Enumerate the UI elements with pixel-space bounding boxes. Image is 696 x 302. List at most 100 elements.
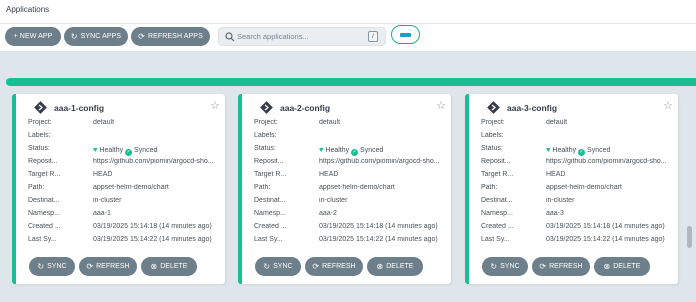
sync-button[interactable]: ↻ SYNC: [29, 257, 75, 276]
sync-label: SYNC: [47, 263, 67, 270]
detail-label: Status:: [481, 145, 503, 152]
detail-row-created: Created ... 03/19/2025 15:14:18 (14 minut…: [28, 221, 219, 234]
app-card[interactable]: aaa-3-config ☆ Project: default Labels: Statu…: [465, 94, 678, 284]
detail-label: Namesp...: [28, 210, 60, 217]
detail-row-namespace: Namesp... aaa-1: [28, 208, 219, 221]
detail-label: Path:: [481, 184, 498, 191]
toolbar: + NEW APP ↻ SYNC APPS ⟳ REFRESH APPS Sea…: [0, 24, 696, 51]
view-toggle-button[interactable]: [391, 25, 420, 44]
delete-label: DELETE: [160, 263, 188, 270]
refresh-icon: ⟳: [312, 261, 320, 271]
health-status: Healthy: [99, 147, 124, 154]
scrollbar-thumb[interactable]: [687, 226, 692, 248]
refresh-button[interactable]: ⟳ REFRESH: [305, 257, 363, 276]
delete-button[interactable]: ⊗ DELETE: [141, 257, 197, 276]
new-app-button[interactable]: + NEW APP: [5, 27, 61, 46]
check-circle-icon: ✓: [351, 148, 359, 156]
detail-label: Project:: [28, 119, 52, 126]
detail-value: 03/19/2025 15:14:22 (14 minutes ago): [319, 236, 438, 243]
detail-row-labels: Labels:: [28, 130, 219, 143]
sync-icon: ↻: [490, 261, 498, 271]
app-details: Project: default Labels: Status: ♥ Healthy ✓…: [28, 117, 219, 247]
detail-row-path: Path: appset-helm-demo/chart: [28, 182, 219, 195]
detail-label: Destinat...: [28, 197, 60, 204]
refresh-button[interactable]: ⟳ REFRESH: [532, 257, 590, 276]
app-name[interactable]: aaa-2-config: [280, 103, 330, 113]
app-card[interactable]: aaa-2-config ☆ Project: default Labels: Statu…: [238, 94, 451, 284]
detail-value: appset-helm-demo/chart: [546, 184, 622, 191]
sync-label: SYNC: [500, 263, 520, 270]
refresh-icon: ⟳: [86, 261, 94, 271]
detail-value: https://github.com/piomin/argocd-sho...: [93, 158, 214, 165]
detail-value: appset-helm-demo/chart: [93, 184, 169, 191]
app-name[interactable]: aaa-3-config: [507, 103, 557, 113]
detail-row-destination: Destinat... in-cluster: [481, 195, 672, 208]
sync-status: Synced: [360, 147, 384, 154]
sync-button[interactable]: ↻ SYNC: [482, 257, 528, 276]
detail-value: in-cluster: [546, 197, 575, 204]
detail-value: HEAD: [93, 171, 113, 178]
detail-row-target: Target R... HEAD: [481, 169, 672, 182]
star-icon[interactable]: ☆: [663, 101, 673, 112]
detail-value: aaa-2: [319, 210, 337, 217]
refresh-icon: ⟳: [539, 261, 547, 271]
detail-row-target: Target R... HEAD: [254, 169, 445, 182]
delete-icon: ⊗: [150, 261, 158, 271]
detail-label: Project:: [254, 119, 278, 126]
detail-row-project: Project: default: [481, 117, 672, 130]
health-status: Healthy: [552, 147, 577, 154]
app-details: Project: default Labels: Status: ♥ Healthy ✓…: [254, 117, 445, 247]
status-value: ♥ Healthy ✓ Synced: [546, 145, 681, 156]
detail-value: 03/19/2025 15:14:18 (14 minutes ago): [319, 223, 438, 230]
heart-icon: ♥: [93, 145, 98, 154]
refresh-label: REFRESH: [322, 263, 356, 270]
argo-app-icon: [487, 101, 500, 114]
detail-label: Path:: [28, 184, 45, 191]
detail-value: default: [546, 119, 568, 126]
check-circle-icon: ✓: [125, 148, 133, 156]
delete-button[interactable]: ⊗ DELETE: [367, 257, 423, 276]
detail-label: Status:: [254, 145, 276, 152]
detail-label: Labels:: [481, 132, 504, 139]
refresh-button[interactable]: ⟳ REFRESH: [79, 257, 137, 276]
star-icon[interactable]: ☆: [436, 101, 446, 112]
detail-value: aaa-1: [93, 210, 111, 217]
detail-label: Labels:: [28, 132, 51, 139]
detail-row-target: Target R... HEAD: [28, 169, 219, 182]
detail-row-status: Status: ♥ Healthy ✓ Synced: [254, 143, 445, 156]
detail-value: 03/19/2025 15:14:22 (14 minutes ago): [93, 236, 212, 243]
detail-row-project: Project: default: [28, 117, 219, 130]
argo-app-icon: [260, 101, 273, 114]
detail-row-path: Path: appset-helm-demo/chart: [254, 182, 445, 195]
star-icon[interactable]: ☆: [210, 101, 220, 112]
refresh-apps-label: REFRESH APPS: [147, 33, 203, 40]
sync-progress-bar: [6, 78, 696, 86]
delete-label: DELETE: [386, 263, 414, 270]
detail-label: Namesp...: [481, 210, 513, 217]
search-icon: [225, 32, 235, 42]
detail-value: 03/19/2025 15:14:22 (14 minutes ago): [546, 236, 665, 243]
detail-row-labels: Labels:: [254, 130, 445, 143]
search-input[interactable]: Search applications... /: [218, 27, 386, 46]
sync-button[interactable]: ↻ SYNC: [255, 257, 301, 276]
detail-label: Path:: [254, 184, 271, 191]
heart-icon: ♥: [546, 145, 551, 154]
sync-apps-button[interactable]: ↻ SYNC APPS: [64, 27, 128, 46]
detail-value: default: [93, 119, 115, 126]
detail-label: Destinat...: [481, 197, 513, 204]
delete-label: DELETE: [613, 263, 641, 270]
app-card[interactable]: aaa-1-config ☆ Project: default Labels: Statu…: [12, 94, 225, 284]
refresh-apps-button[interactable]: ⟳ REFRESH APPS: [131, 27, 210, 46]
detail-label: Last Sy...: [481, 236, 510, 243]
detail-value: in-cluster: [319, 197, 348, 204]
detail-value: aaa-3: [546, 210, 564, 217]
detail-label: Project:: [481, 119, 505, 126]
sync-icon: ↻: [263, 261, 271, 271]
sync-label: SYNC: [273, 263, 293, 270]
detail-row-last-sync: Last Sy... 03/19/2025 15:14:22 (14 minute…: [481, 234, 672, 247]
detail-row-namespace: Namesp... aaa-3: [481, 208, 672, 221]
detail-row-path: Path: appset-helm-demo/chart: [481, 182, 672, 195]
app-name[interactable]: aaa-1-config: [54, 103, 104, 113]
delete-button[interactable]: ⊗ DELETE: [594, 257, 650, 276]
check-circle-icon: ✓: [578, 148, 586, 156]
